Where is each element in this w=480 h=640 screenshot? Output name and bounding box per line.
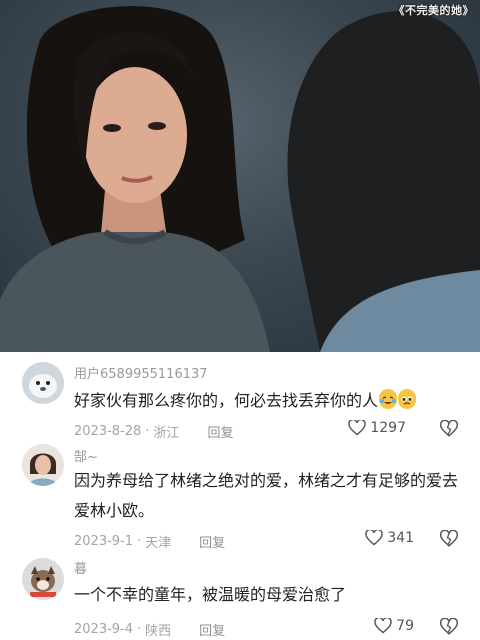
- reply-button[interactable]: 回复: [199, 532, 225, 551]
- like-count: 79: [396, 618, 414, 634]
- video-still[interactable]: 《不完美的她》: [0, 0, 480, 352]
- user-photo-icon: [22, 444, 64, 486]
- avatar[interactable]: [22, 558, 64, 600]
- comment-username[interactable]: 郜~: [74, 446, 98, 465]
- comment-location: 天津: [145, 536, 172, 551]
- like-button[interactable]: 1297: [348, 420, 406, 436]
- comment-body: 因为养母给了林绪之绝对的爱，林绪之才有足够的爱去爱林小欧。: [74, 471, 459, 520]
- dog-avatar-icon: [22, 558, 64, 600]
- comment-date: 2023-9-1: [74, 534, 134, 549]
- comment-username[interactable]: 用户6589955116137: [74, 363, 208, 382]
- reply-button[interactable]: 回复: [199, 620, 225, 639]
- heart-icon: [365, 530, 383, 546]
- comment-meta: 2023-9-4 · 陕西 回复: [74, 620, 225, 639]
- dislike-button[interactable]: [439, 529, 459, 552]
- reply-button[interactable]: 回复: [207, 422, 233, 441]
- video-title-watermark: 《不完美的她》: [393, 4, 474, 17]
- like-button[interactable]: 341: [365, 530, 414, 546]
- like-button[interactable]: 79: [374, 618, 414, 634]
- dislike-button[interactable]: [439, 617, 459, 640]
- avatar[interactable]: [22, 362, 64, 404]
- heart-icon: [348, 420, 367, 436]
- heart-icon: [374, 618, 392, 634]
- second-person-silhouette: [287, 11, 480, 352]
- comment-text: 因为养母给了林绪之绝对的爱，林绪之才有足够的爱去爱林小欧。: [74, 466, 458, 526]
- comment-date: 2023-8-28: [74, 424, 142, 439]
- comment-meta: 2023-8-28 · 浙江 回复: [74, 422, 233, 441]
- comment-body: 好家伙有那么疼你的，何必去找丢弃你的人: [74, 391, 379, 410]
- comment-date: 2023-9-4: [74, 622, 134, 637]
- comment-text: 一个不幸的童年，被温暖的母爱治愈了: [74, 580, 458, 610]
- broken-heart-icon: [439, 419, 459, 437]
- seal-avatar-icon: [22, 362, 64, 404]
- avatar[interactable]: [22, 444, 64, 486]
- comment-location: 陕西: [145, 624, 172, 639]
- comment-list: 用户6589955116137 好家伙有那么疼你的，何必去找丢弃你的人 2023…: [0, 352, 480, 640]
- broken-heart-icon: [439, 529, 459, 547]
- separator: ·: [137, 534, 142, 549]
- like-count: 341: [387, 530, 414, 546]
- separator: ·: [137, 622, 142, 637]
- comment-item: 用户6589955116137 好家伙有那么疼你的，何必去找丢弃你的人 2023…: [0, 352, 480, 447]
- comment-item: 郜~ 因为养母给了林绪之绝对的爱，林绪之才有足够的爱去爱林小欧。 2023-9-…: [0, 444, 480, 554]
- like-count: 1297: [370, 420, 406, 436]
- comment-item: 暮 一个不幸的童年，被温暖的母爱治愈了 2023-9-4 · 陕西 回复 79: [0, 556, 480, 640]
- separator: ·: [145, 424, 150, 439]
- crying-laughing-emoji-icon: [379, 389, 398, 409]
- pleading-face-emoji-icon: [398, 389, 417, 409]
- comment-body: 一个不幸的童年，被温暖的母爱治愈了: [74, 585, 347, 604]
- comment-location: 浙江: [153, 426, 180, 441]
- dislike-button[interactable]: [439, 419, 459, 442]
- comment-meta: 2023-9-1 · 天津 回复: [74, 532, 225, 551]
- comment-username[interactable]: 暮: [74, 558, 87, 577]
- broken-heart-icon: [439, 617, 459, 635]
- comment-text: 好家伙有那么疼你的，何必去找丢弃你的人: [74, 386, 458, 416]
